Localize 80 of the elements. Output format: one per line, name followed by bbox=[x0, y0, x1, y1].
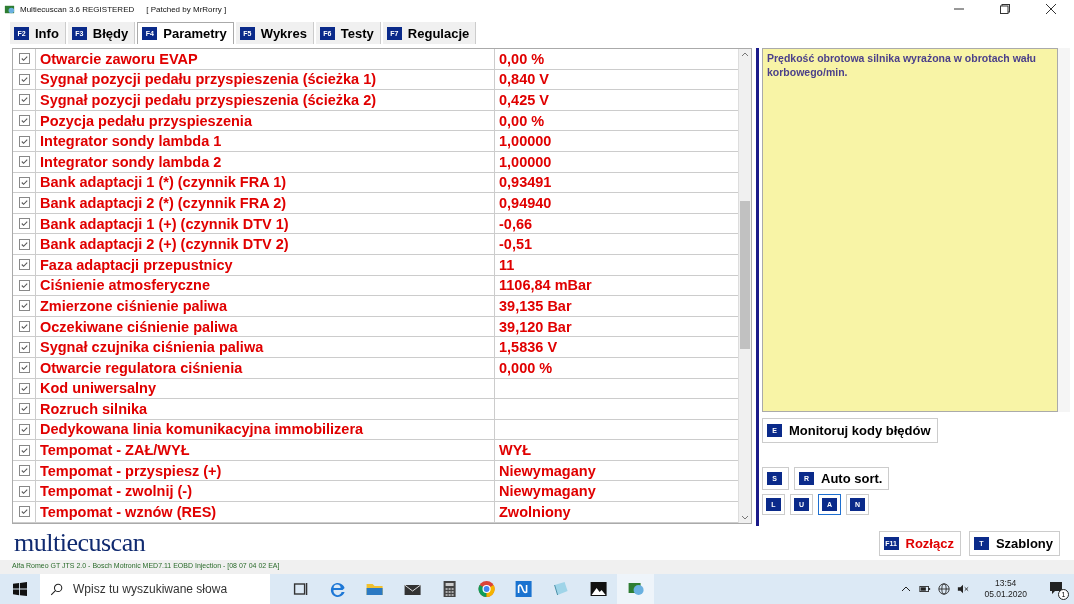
checkbox[interactable] bbox=[18, 321, 30, 332]
description-text: Prędkość obrotowa silnika wyrażona w obrotach wału korbowego/min. bbox=[767, 52, 1036, 78]
parameter-value: 0,94940 bbox=[498, 194, 553, 211]
parameter-name: Otwarcie zaworu EVAP bbox=[36, 49, 495, 69]
parameter-value: -0,66 bbox=[498, 215, 534, 232]
parameter-name: Tempomat - ZAŁ/WYŁ bbox=[36, 440, 495, 460]
parameter-value: 1,00000 bbox=[498, 133, 553, 150]
parameter-name: Sygnał pozycji pedału przyspieszenia (ścieżka 2) bbox=[36, 90, 495, 110]
parameter-name: Tempomat - przyspiesz (+) bbox=[36, 460, 495, 481]
parameter-name: Bank adaptacji 2 (+) (czynnik DTV 2) bbox=[36, 234, 495, 254]
muted-speaker-icon[interactable] bbox=[957, 583, 970, 595]
globe-icon[interactable] bbox=[938, 583, 951, 595]
parameter-name: Bank adaptacji 1 (*) (czynnik FRA 1) bbox=[36, 172, 495, 193]
parameter-value: 39,135 Bar bbox=[498, 297, 573, 314]
scroll-down-icon[interactable] bbox=[741, 513, 749, 521]
checkbox[interactable] bbox=[18, 300, 30, 312]
parameter-name: Integrator sondy lambda 2 bbox=[36, 151, 495, 172]
checkbox[interactable] bbox=[18, 73, 30, 85]
parameter-value: 39,120 Bar bbox=[498, 318, 573, 335]
checkbox[interactable] bbox=[18, 218, 30, 230]
checkbox[interactable] bbox=[18, 197, 30, 209]
parameter-value: -0,51 bbox=[498, 236, 534, 253]
parameter-name: Rozruch silnika bbox=[36, 399, 495, 419]
parameter-name: Kod uniwersalny bbox=[36, 378, 495, 399]
parameter-name: Sygnał pozycji pedału przyspieszenia (ścieżka 1) bbox=[36, 69, 495, 90]
checkbox[interactable] bbox=[18, 424, 30, 435]
parameter-name: Ciśnienie atmosferyczne bbox=[36, 275, 495, 296]
parameter-name: Oczekiwane ciśnienie paliwa bbox=[36, 316, 495, 337]
parameter-name: Sygnał czujnika ciśnienia paliwa bbox=[36, 337, 495, 357]
scroll-up-icon[interactable] bbox=[741, 51, 749, 59]
parameter-name: Otwarcie regulatora ciśnienia bbox=[36, 357, 495, 378]
parameter-name: Bank adaptacji 2 (*) (czynnik FRA 2) bbox=[36, 193, 495, 213]
checkbox[interactable] bbox=[18, 465, 30, 477]
app-icon[interactable] bbox=[616, 574, 654, 604]
checkbox[interactable] bbox=[18, 115, 30, 127]
checkbox[interactable] bbox=[18, 341, 30, 353]
battery-icon[interactable] bbox=[919, 583, 932, 595]
parameter-name: Zmierzone ciśnienie paliwa bbox=[36, 296, 495, 316]
checkbox[interactable] bbox=[18, 279, 30, 291]
checkbox[interactable] bbox=[18, 444, 30, 456]
parameter-name: Tempomat - wznów (RES) bbox=[36, 502, 495, 522]
checkbox[interactable] bbox=[18, 382, 30, 394]
parameter-value: 1,5836 V bbox=[498, 339, 559, 356]
parameter-name: Bank adaptacji 1 (+) (czynnik DTV 1) bbox=[36, 213, 495, 234]
parameter-value: 0,425 V bbox=[498, 92, 550, 108]
checkbox[interactable] bbox=[18, 156, 30, 168]
checkbox[interactable] bbox=[18, 176, 30, 188]
parameter-value: Niewymagany bbox=[498, 483, 597, 500]
window-title: Multiecuscan 3.6 REGISTERED bbox=[20, 4, 135, 14]
parameter-value: 1,00000 bbox=[498, 153, 553, 170]
parameter-value: 0,00 % bbox=[498, 50, 546, 67]
parameter-value: Zwolniony bbox=[498, 503, 572, 520]
parameter-name: Integrator sondy lambda 1 bbox=[36, 131, 495, 151]
checkbox[interactable] bbox=[18, 238, 30, 250]
parameter-value: 0,000 % bbox=[498, 359, 554, 376]
window-subtitle: [ Patched by MrRorry ] bbox=[146, 4, 227, 14]
parameter-name: Tempomat - zwolnij (-) bbox=[36, 481, 495, 502]
checkbox[interactable] bbox=[18, 403, 30, 415]
checkbox[interactable] bbox=[18, 506, 30, 518]
parameter-value: 11 bbox=[498, 256, 516, 273]
parameter-value: Niewymagany bbox=[498, 462, 597, 479]
checkbox[interactable] bbox=[18, 259, 30, 271]
parameter-value: 0,840 V bbox=[498, 71, 550, 88]
checkbox[interactable] bbox=[18, 94, 30, 106]
scroll-thumb[interactable] bbox=[740, 201, 750, 349]
checkbox[interactable] bbox=[18, 485, 30, 497]
parameter-name: Dedykowana linia komunikacyjna immobilizera bbox=[36, 419, 495, 440]
checkbox[interactable] bbox=[18, 53, 30, 65]
parameter-value: 0,93491 bbox=[498, 174, 553, 191]
checkbox[interactable] bbox=[18, 362, 30, 374]
parameter-value: 1106,84 mBar bbox=[498, 277, 593, 294]
clock[interactable]: 13:54 05.01.2020 bbox=[984, 577, 1027, 601]
parameter-name: Faza adaptacji przepustnicy bbox=[36, 254, 495, 275]
parameter-value: WYŁ bbox=[498, 442, 533, 459]
parameter-value: 0,00 % bbox=[498, 112, 546, 129]
search-field[interactable]: Wpisz tu wyszukiwane słowa bbox=[40, 574, 270, 604]
logo: multiecuscan bbox=[14, 528, 146, 558]
checkbox[interactable] bbox=[18, 135, 30, 147]
search-icon bbox=[50, 582, 63, 596]
parameter-name: Pozycja pedału przyspieszenia bbox=[36, 110, 495, 131]
